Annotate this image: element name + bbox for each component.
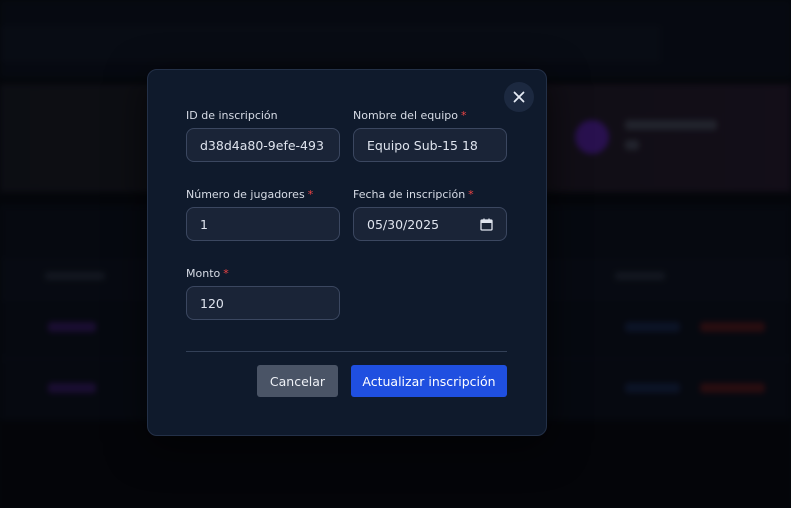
player-count-value: 1	[200, 216, 208, 232]
registration-id-field: ID de inscripción d38d4a80-9efe-493	[186, 109, 340, 162]
team-name-input[interactable]: Equipo Sub-15 18	[353, 128, 507, 162]
registration-id-input[interactable]: d38d4a80-9efe-493	[186, 128, 340, 162]
player-count-field: Número de jugadores * 1	[186, 188, 340, 241]
registration-date-value: 05/30/2025	[367, 216, 440, 232]
required-marker: *	[461, 109, 467, 122]
registration-id-label: ID de inscripción	[186, 109, 278, 122]
calendar-icon[interactable]	[480, 218, 493, 231]
required-marker: *	[307, 188, 314, 201]
team-name-field: Nombre del equipo * Equipo Sub-15 18	[353, 109, 507, 162]
close-icon	[513, 91, 525, 103]
registration-date-field: Fecha de inscripción * 05/30/2025	[353, 188, 507, 241]
player-count-label: Número de jugadores *	[186, 188, 314, 201]
amount-label: Monto *	[186, 267, 229, 280]
required-marker: *	[468, 188, 474, 201]
registration-date-input[interactable]: 05/30/2025	[353, 207, 507, 241]
amount-value: 120	[200, 295, 224, 311]
player-count-input[interactable]: 1	[186, 207, 340, 241]
cancel-button[interactable]: Cancelar	[257, 365, 338, 397]
update-registration-button[interactable]: Actualizar inscripción	[351, 365, 507, 397]
amount-field: Monto * 120	[186, 267, 340, 320]
required-marker: *	[223, 267, 229, 280]
team-name-value: Equipo Sub-15 18	[367, 137, 478, 153]
divider	[186, 351, 507, 352]
close-button[interactable]	[504, 82, 534, 112]
amount-input[interactable]: 120	[186, 286, 340, 320]
team-name-label: Nombre del equipo *	[353, 109, 467, 122]
registration-id-value: d38d4a80-9efe-493	[200, 137, 324, 153]
registration-date-label: Fecha de inscripción *	[353, 188, 474, 201]
edit-registration-modal: ID de inscripción d38d4a80-9efe-493 Nomb…	[147, 69, 547, 436]
